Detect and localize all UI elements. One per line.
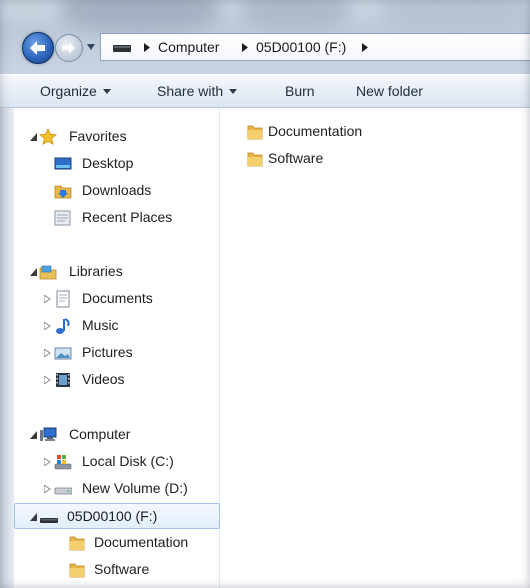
glass-decoration — [240, 0, 350, 28]
navigation-pane[interactable]: Favorites Desktop Downloads Recent Place… — [14, 108, 220, 588]
tree-label: Desktop — [82, 155, 134, 171]
tree-item-videos[interactable]: Videos — [14, 367, 220, 393]
tree-label: Pictures — [82, 344, 133, 360]
tree-item-downloads[interactable]: Downloads — [14, 178, 220, 204]
tree-item-favorites[interactable]: Favorites — [14, 124, 220, 150]
folder-icon — [247, 152, 263, 167]
computer-icon — [40, 427, 57, 441]
tree-item-music[interactable]: Music — [14, 313, 220, 339]
videos-icon — [56, 373, 70, 387]
documents-icon — [56, 290, 70, 308]
back-arrow-icon — [30, 41, 45, 55]
window-frame — [0, 108, 14, 588]
tree-label: 05D00100 (F:) — [67, 508, 158, 524]
collapsed-arrow-icon[interactable] — [44, 376, 51, 384]
breadcrumb-drive[interactable]: 05D00100 (F:) — [256, 39, 346, 55]
forward-arrow-icon — [62, 42, 75, 54]
glass-decoration — [60, 0, 220, 30]
breadcrumb-arrow-icon[interactable] — [143, 43, 151, 52]
folder-icon — [247, 125, 263, 140]
file-name: Documentation — [268, 123, 363, 139]
breadcrumb-arrow-icon[interactable] — [241, 43, 249, 52]
address-bar[interactable]: Computer 05D00100 (F:) — [100, 33, 530, 61]
breadcrumb-computer[interactable]: Computer — [158, 39, 219, 55]
file-list[interactable]: Documentation Software — [220, 108, 530, 588]
tree-label: Libraries — [69, 263, 123, 279]
star-icon — [39, 128, 57, 146]
tree-label: Downloads — [82, 182, 152, 198]
tree-item-new-volume-d[interactable]: New Volume (D:) — [14, 476, 220, 502]
pictures-icon — [54, 347, 72, 360]
desktop-icon — [54, 157, 72, 170]
organize-button[interactable]: Organize — [40, 83, 111, 99]
file-name: Software — [268, 150, 324, 166]
back-button[interactable] — [22, 32, 54, 64]
chevron-down-icon — [229, 88, 238, 94]
expanded-arrow-icon[interactable] — [30, 513, 37, 521]
expanded-arrow-icon[interactable] — [30, 431, 37, 439]
folder-icon — [69, 536, 85, 551]
expanded-arrow-icon[interactable] — [30, 268, 37, 276]
tree-label: Local Disk (C:) — [82, 453, 174, 469]
libraries-icon — [39, 265, 57, 280]
folder-icon — [69, 563, 85, 578]
recent-pages-dropdown-icon[interactable] — [87, 44, 95, 50]
tree-item-documents[interactable]: Documents — [14, 286, 220, 312]
drive-icon — [54, 487, 72, 495]
glass-decoration — [380, 0, 530, 28]
tree-label: Documentation — [94, 534, 189, 550]
tree-label: Documents — [82, 290, 153, 306]
tree-label: Computer — [69, 426, 131, 442]
file-item-software[interactable]: Software — [246, 147, 446, 171]
tree-label: Software — [94, 561, 150, 577]
tree-item-drive-f-selected[interactable]: 05D00100 (F:) — [14, 503, 220, 529]
chevron-down-icon — [102, 88, 111, 94]
tree-item-desktop[interactable]: Desktop — [14, 151, 220, 177]
collapsed-arrow-icon[interactable] — [44, 349, 51, 357]
collapsed-arrow-icon[interactable] — [44, 485, 51, 493]
tree-label: New Volume (D:) — [82, 480, 188, 496]
tree-label: Music — [82, 317, 119, 333]
tree-item-libraries[interactable]: Libraries — [14, 259, 220, 285]
explorer-window: Computer 05D00100 (F:) Organize Share wi… — [0, 0, 530, 588]
organize-label: Organize — [40, 83, 97, 99]
tree-item-documentation[interactable]: Documentation — [14, 530, 220, 556]
tree-label: Videos — [82, 371, 125, 387]
forward-button[interactable] — [55, 34, 83, 62]
drive-icon — [113, 45, 131, 52]
tree-item-software[interactable]: Software — [14, 557, 220, 583]
title-bar: Computer 05D00100 (F:) — [0, 0, 530, 74]
tree-label: Recent Places — [82, 209, 173, 225]
tree-item-local-disk-c[interactable]: Local Disk (C:) — [14, 449, 220, 475]
tree-item-computer[interactable]: Computer — [14, 422, 220, 448]
share-with-label: Share with — [157, 83, 224, 99]
file-item-documentation[interactable]: Documentation — [246, 120, 446, 144]
music-icon — [56, 318, 70, 334]
new-folder-button[interactable]: New folder — [356, 83, 423, 99]
collapsed-arrow-icon[interactable] — [44, 295, 51, 303]
collapsed-arrow-icon[interactable] — [44, 322, 51, 330]
share-with-button[interactable]: Share with — [157, 83, 238, 99]
collapsed-arrow-icon[interactable] — [44, 458, 51, 466]
expanded-arrow-icon[interactable] — [30, 133, 37, 141]
tree-label: Favorites — [69, 128, 127, 144]
breadcrumb-arrow-icon[interactable] — [361, 43, 369, 52]
system-drive-icon — [54, 455, 72, 470]
tree-item-pictures[interactable]: Pictures — [14, 340, 220, 366]
burn-button[interactable]: Burn — [285, 83, 315, 99]
drive-icon — [40, 518, 58, 523]
tree-item-recent-places[interactable]: Recent Places — [14, 205, 220, 231]
downloads-folder-icon — [54, 185, 72, 199]
command-bar: Organize Share with Burn New folder — [0, 74, 530, 108]
recent-places-icon — [54, 210, 71, 226]
